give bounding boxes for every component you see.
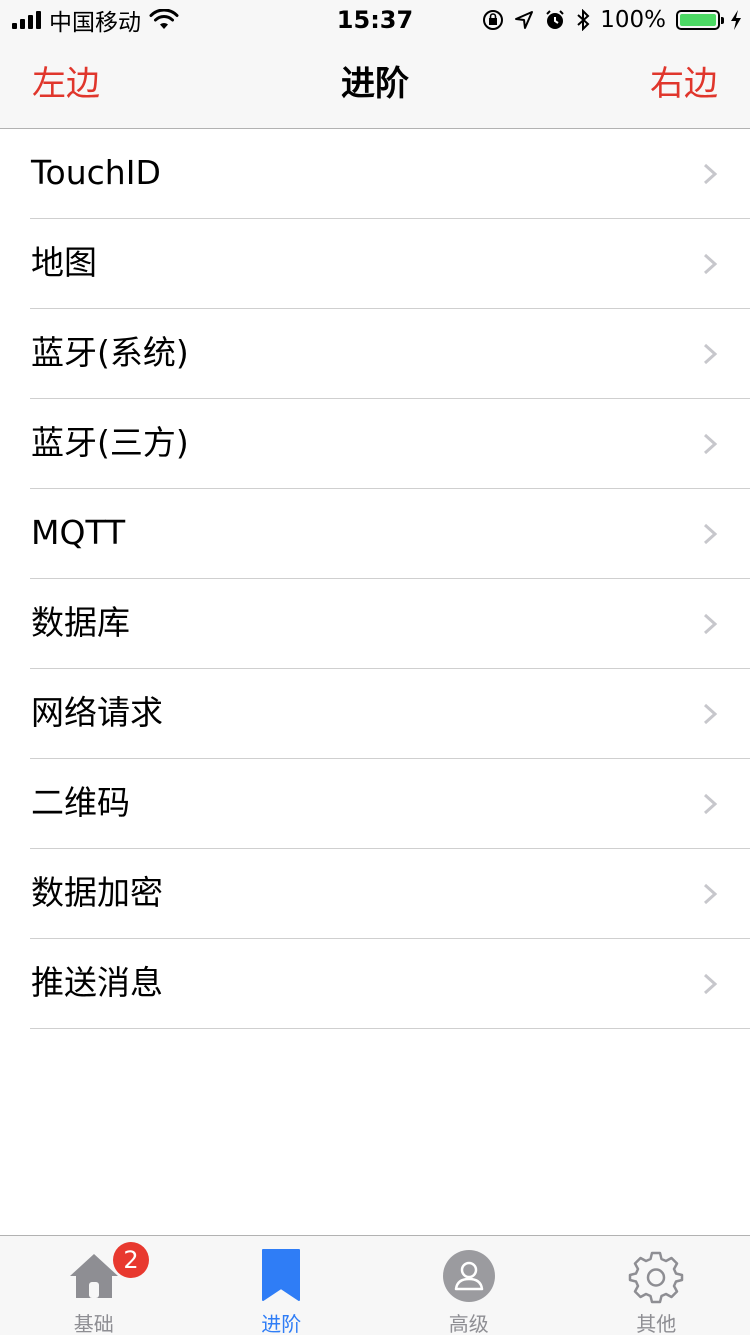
nav-right-button[interactable]: 右边 [650, 40, 718, 128]
list-item-label: 二维码 [31, 759, 130, 849]
chevron-right-icon [700, 342, 720, 366]
list-item-label: MQTT [31, 489, 125, 579]
list-item-qrcode[interactable]: 二维码 [0, 759, 750, 849]
chevron-right-icon [700, 432, 720, 456]
battery-percent: 100% [600, 7, 666, 33]
rotation-lock-icon [482, 9, 504, 31]
list-item-database[interactable]: 数据库 [0, 579, 750, 669]
chevron-right-icon [700, 972, 720, 996]
list-item-label: 地图 [31, 219, 97, 309]
list-item-touchid[interactable]: TouchID [0, 129, 750, 219]
charging-icon [730, 9, 742, 31]
chevron-right-icon [700, 522, 720, 546]
page-title: 进阶 [0, 40, 750, 128]
menu-list: TouchID 地图 蓝牙(系统) 蓝牙(三方) MQTT 数据库 网络请求 二… [0, 129, 750, 1029]
tab-other[interactable]: 其他 [563, 1236, 750, 1335]
divider [30, 1028, 750, 1029]
chevron-right-icon [700, 792, 720, 816]
user-icon [441, 1248, 497, 1304]
list-item-data-encryption[interactable]: 数据加密 [0, 849, 750, 939]
chevron-right-icon [700, 702, 720, 726]
alarm-icon [544, 9, 566, 31]
chevron-right-icon [700, 252, 720, 276]
tab-bar: 2 基础 进阶 高级 其他 [0, 1235, 750, 1335]
notification-badge: 2 [113, 1242, 149, 1278]
list-item-label: 蓝牙(三方) [31, 399, 189, 489]
list-item-label: 网络请求 [31, 669, 163, 759]
list-item-label: 数据库 [31, 579, 130, 669]
bluetooth-icon [576, 9, 590, 31]
list-item-label: 推送消息 [31, 939, 163, 1029]
tab-basic[interactable]: 2 基础 [0, 1236, 188, 1335]
bookmark-icon [253, 1248, 309, 1304]
list-item-bluetooth-system[interactable]: 蓝牙(系统) [0, 309, 750, 399]
tab-advanced[interactable]: 进阶 [188, 1236, 376, 1335]
navigation-bar: 左边 进阶 右边 [0, 40, 750, 129]
status-right: 100% [482, 6, 742, 34]
list-item-label: 蓝牙(系统) [31, 309, 189, 399]
list-item-map[interactable]: 地图 [0, 219, 750, 309]
location-icon [514, 10, 534, 30]
list-item-label: 数据加密 [31, 849, 163, 939]
status-bar: 中国移动 15:37 100% [0, 0, 750, 40]
battery-icon [676, 10, 720, 30]
list-item-bluetooth-third-party[interactable]: 蓝牙(三方) [0, 399, 750, 489]
tab-senior[interactable]: 高级 [375, 1236, 563, 1335]
gear-icon [628, 1248, 684, 1304]
list-item-label: TouchID [31, 129, 161, 219]
tab-label: 基础 [0, 1308, 188, 1337]
list-item-network-request[interactable]: 网络请求 [0, 669, 750, 759]
tab-label: 其他 [563, 1308, 750, 1337]
tab-label: 高级 [375, 1308, 563, 1337]
chevron-right-icon [700, 612, 720, 636]
tab-label: 进阶 [188, 1308, 376, 1337]
list-item-push-notification[interactable]: 推送消息 [0, 939, 750, 1029]
chevron-right-icon [700, 162, 720, 186]
list-item-mqtt[interactable]: MQTT [0, 489, 750, 579]
chevron-right-icon [700, 882, 720, 906]
